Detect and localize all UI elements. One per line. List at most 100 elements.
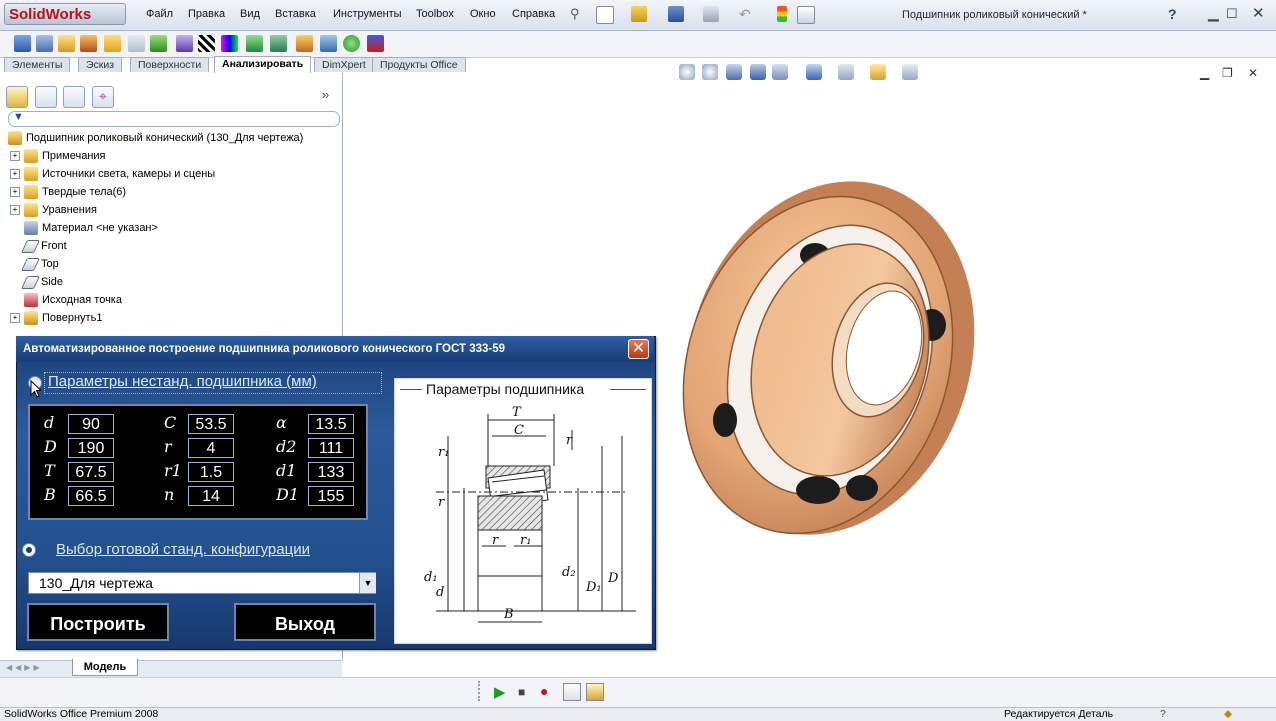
pin-icon[interactable]: ⚲ — [570, 6, 580, 22]
section-view-icon[interactable] — [750, 64, 766, 80]
solidworks-logo[interactable]: SolidWorks — [4, 3, 126, 25]
tab-features[interactable]: Элементы — [4, 57, 71, 72]
design-check-icon[interactable] — [367, 35, 384, 52]
maximize-icon[interactable]: ☐ — [1226, 6, 1238, 22]
tree-root[interactable]: Подшипник роликовый конический (130_Для … — [8, 129, 303, 147]
tree-item[interactable]: Материал <не указан> — [10, 219, 158, 237]
menu-file[interactable]: Файл — [146, 8, 173, 20]
print-icon[interactable] — [703, 6, 719, 22]
param-value-field[interactable]: 53.5 — [188, 414, 234, 434]
param-value-field[interactable]: 133 — [308, 462, 354, 482]
tab-surfaces[interactable]: Поверхности — [130, 57, 210, 72]
simulation-express-icon[interactable] — [343, 35, 360, 52]
save-icon[interactable] — [668, 6, 684, 22]
tree-item[interactable]: + Примечания — [10, 147, 106, 165]
menu-window[interactable]: Окно — [470, 8, 496, 20]
expand-toggle-icon[interactable]: + — [10, 169, 20, 180]
zoom-to-area-icon[interactable] — [702, 64, 718, 80]
thickness-icon[interactable] — [296, 35, 313, 52]
tree-item[interactable]: Исходная точка — [10, 291, 122, 309]
deviation-analysis-icon[interactable] — [150, 35, 167, 52]
edit-motion-study-icon[interactable] — [586, 683, 604, 701]
undercut-icon[interactable] — [246, 35, 263, 52]
viewport-minimize-icon[interactable]: ▁ — [1200, 66, 1209, 80]
menu-view[interactable]: Вид — [240, 8, 260, 20]
build-button[interactable]: Построить — [27, 603, 169, 641]
help-icon[interactable]: ? — [1168, 6, 1177, 22]
parting-line-icon[interactable] — [270, 35, 287, 52]
expand-toggle-icon[interactable]: + — [10, 205, 20, 216]
tree-item[interactable]: + Уравнения — [10, 201, 97, 219]
tab-analyze[interactable]: Анализировать — [214, 56, 312, 73]
param-value-field[interactable]: 14 — [188, 486, 234, 506]
expand-toggle-icon[interactable]: + — [10, 151, 20, 162]
tree-item[interactable]: Front — [10, 237, 67, 255]
tab-model[interactable]: Модель — [72, 659, 138, 676]
viewport-close-icon[interactable]: ✕ — [1248, 66, 1258, 80]
previous-view-icon[interactable] — [726, 64, 742, 80]
new-document-icon[interactable] — [596, 6, 614, 24]
param-value-field[interactable]: 13.5 — [308, 414, 354, 434]
curvature-icon[interactable] — [198, 35, 215, 52]
geometry-analysis-icon[interactable] — [104, 35, 121, 52]
param-value-field[interactable]: 190 — [68, 438, 114, 458]
measure-icon[interactable] — [14, 35, 31, 52]
minimize-icon[interactable]: ▁ — [1208, 5, 1219, 22]
tree-item[interactable]: + Источники света, камеры и сцены — [10, 165, 215, 183]
configuration-manager-tab-icon[interactable] — [63, 86, 85, 108]
param-value-field[interactable]: 4 — [188, 438, 234, 458]
expand-toggle-icon[interactable]: + — [10, 313, 20, 324]
view-orientation-icon[interactable] — [772, 64, 788, 80]
expand-panel-icon[interactable]: » — [322, 87, 329, 102]
zoom-to-fit-icon[interactable] — [679, 64, 695, 80]
menu-help[interactable]: Справка — [512, 8, 555, 20]
import-diagnostics-icon[interactable] — [128, 35, 145, 52]
stop-icon[interactable]: ■ — [518, 685, 534, 701]
option-standard-label[interactable]: Выбор готовой станд. конфигурации — [56, 541, 310, 558]
edit-appearance-icon[interactable] — [870, 64, 886, 80]
expand-toggle-icon[interactable]: + — [10, 187, 20, 198]
bearing-3d-model[interactable] — [640, 170, 980, 560]
param-value-field[interactable]: 67.5 — [68, 462, 114, 482]
undo-icon[interactable]: ↶ — [739, 6, 755, 22]
menu-edit[interactable]: Правка — [188, 8, 225, 20]
tab-scroll-arrows-icon[interactable]: ◀◀▶▶ — [6, 663, 43, 672]
mass-properties-icon[interactable] — [36, 35, 53, 52]
param-value-field[interactable]: 90 — [68, 414, 114, 434]
param-value-field[interactable]: 111 — [308, 438, 354, 458]
section-properties-icon[interactable] — [58, 35, 75, 52]
rebuild-traffic-icon[interactable] — [777, 6, 787, 22]
apply-scene-icon[interactable] — [902, 64, 918, 80]
menu-tools[interactable]: Инструменты — [333, 8, 402, 20]
tree-item[interactable]: + Твердые тела(6) — [10, 183, 126, 201]
play-icon[interactable]: ▶ — [494, 683, 510, 701]
tree-item[interactable]: Side — [10, 273, 63, 291]
viewport-restore-icon[interactable]: ❐ — [1222, 66, 1233, 80]
param-value-field[interactable]: 155 — [308, 486, 354, 506]
close-icon[interactable]: ✕ — [1252, 4, 1265, 22]
new-motion-study-icon[interactable] — [563, 683, 581, 701]
param-value-field[interactable]: 1.5 — [188, 462, 234, 482]
feature-tree-tab-icon[interactable] — [6, 86, 28, 108]
tab-dimxpert[interactable]: DimXpert — [314, 57, 374, 72]
tree-item[interactable]: Top — [10, 255, 59, 273]
param-value-field[interactable]: 66.5 — [68, 486, 114, 506]
exit-button[interactable]: Выход — [234, 603, 376, 641]
dimxpert-manager-tab-icon[interactable]: ⌖ — [92, 86, 114, 108]
menu-toolbox[interactable]: Toolbox — [416, 8, 454, 20]
open-folder-icon[interactable] — [631, 6, 647, 22]
config-select[interactable]: 130_Для чертежа — [28, 572, 376, 594]
tab-office-products[interactable]: Продукты Office — [372, 57, 466, 72]
display-style-icon[interactable] — [806, 64, 822, 80]
symmetry-icon[interactable] — [320, 35, 337, 52]
zebra-stripes-icon[interactable] — [176, 35, 193, 52]
hide-show-items-icon[interactable] — [838, 64, 854, 80]
options-icon[interactable] — [797, 6, 815, 24]
record-icon[interactable]: ● — [540, 683, 556, 699]
tab-sketch[interactable]: Эскиз — [78, 57, 123, 72]
check-icon[interactable] — [80, 35, 97, 52]
chevron-down-icon[interactable]: ▼ — [359, 573, 376, 593]
radio-standard-config[interactable] — [22, 543, 36, 557]
property-manager-tab-icon[interactable] — [35, 86, 57, 108]
tree-filter-field[interactable]: ▼ — [8, 111, 340, 127]
